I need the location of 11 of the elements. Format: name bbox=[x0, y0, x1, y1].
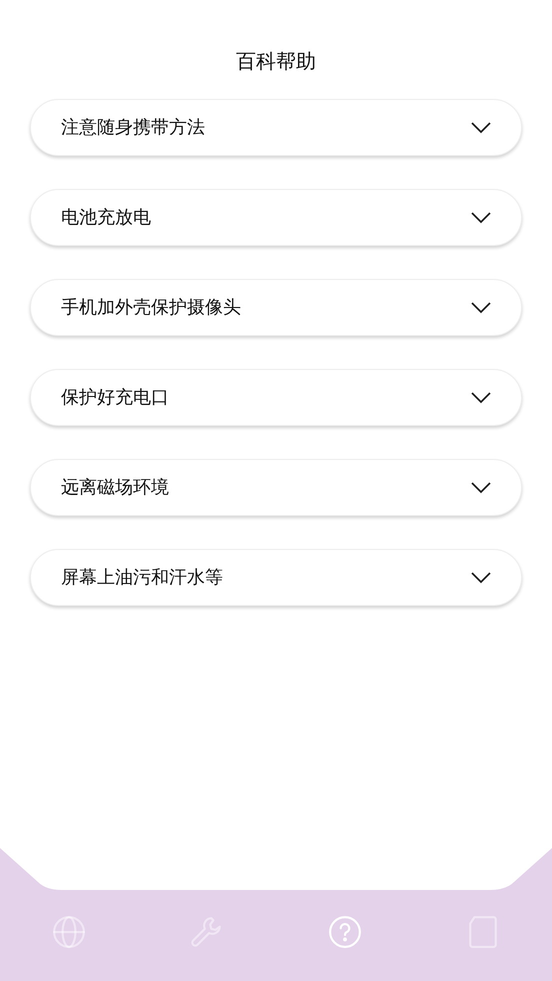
nav-tab[interactable] bbox=[51, 914, 87, 950]
accordion-item[interactable]: 保护好充电口 bbox=[30, 369, 522, 426]
accordion-item[interactable]: 电池充放电 bbox=[30, 189, 522, 246]
globe-icon bbox=[52, 915, 86, 949]
help-icon bbox=[328, 915, 362, 949]
accordion-item[interactable]: 手机加外壳保护摄像头 bbox=[30, 279, 522, 336]
page-title: 百科帮助 bbox=[235, 48, 317, 75]
accordion-item[interactable]: 注意随身携带方法 bbox=[30, 99, 522, 156]
accordion-item[interactable]: 远离磁场环境 bbox=[30, 459, 522, 516]
nav-tab[interactable] bbox=[327, 914, 363, 950]
accordion-item[interactable]: 屏幕上油污和汗水等 bbox=[30, 549, 522, 606]
